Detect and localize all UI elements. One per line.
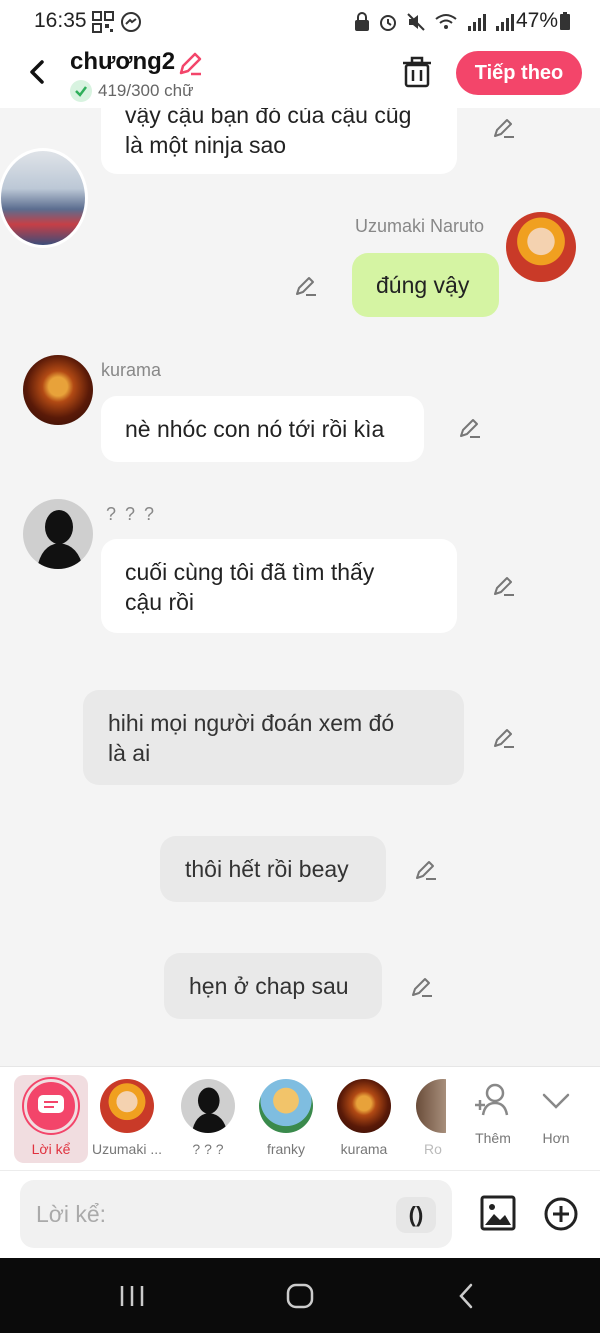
message-text: đúng vậy xyxy=(376,272,470,298)
lock-icon xyxy=(355,12,369,31)
message-bubble[interactable]: nè nhóc con nó tới rồi kìa xyxy=(101,396,424,462)
speaker-name: Uzumaki Naruto xyxy=(355,216,485,236)
narration-icon xyxy=(24,1079,78,1133)
recent-apps-icon[interactable] xyxy=(118,1284,146,1308)
message-bubble[interactable]: vậy cậu bạn đó của cậu cũg là một ninja … xyxy=(101,108,457,174)
edit-message-icon[interactable] xyxy=(294,274,318,298)
character-franky[interactable]: franky xyxy=(251,1075,321,1157)
word-count: 419/300 chữ xyxy=(70,80,194,102)
message-bubble[interactable]: đúng vậy xyxy=(352,253,499,317)
narration-text: là ai xyxy=(108,740,151,766)
narration-bubble[interactable]: thôi hết rồi beay xyxy=(160,836,386,902)
character-ro[interactable]: Ro xyxy=(416,1075,446,1157)
add-person-icon xyxy=(475,1083,509,1116)
back-icon[interactable] xyxy=(22,56,54,88)
wifi-icon xyxy=(435,14,457,29)
battery-percent: 47% xyxy=(515,9,558,32)
alarm-icon xyxy=(380,15,396,31)
character-label: Uzumaki ... xyxy=(92,1141,162,1157)
character-unknown[interactable]: ? ? ? xyxy=(173,1075,243,1157)
narration-text: thôi hết rồi beay xyxy=(185,856,349,882)
narration-bubble[interactable]: hihi mọi người đoán xem đó là ai xyxy=(83,690,464,785)
add-character-button[interactable]: Thêm xyxy=(458,1075,528,1146)
narration-bubble[interactable]: hẹn ở chap sau xyxy=(164,953,382,1019)
message-text: vậy cậu bạn đó của cậu cũg xyxy=(125,108,412,128)
character-narration[interactable]: Lời kể xyxy=(14,1075,88,1163)
chapter-title[interactable]: chương2 xyxy=(70,48,175,76)
trash-icon[interactable] xyxy=(402,56,432,88)
message-text: cậu rồi xyxy=(125,589,195,615)
home-icon[interactable] xyxy=(286,1283,314,1309)
avatar-kurama[interactable] xyxy=(23,355,93,425)
signal-icon xyxy=(468,14,486,31)
more-button[interactable]: Hơn xyxy=(521,1075,591,1146)
input-bar: () xyxy=(0,1170,600,1258)
messenger-icon xyxy=(121,12,141,32)
chat-area: vậy cậu bạn đó của cậu cũg là một ninja … xyxy=(0,108,600,1066)
avatar xyxy=(100,1079,154,1133)
next-button[interactable]: Tiếp theo xyxy=(456,51,582,95)
narration-text: hihi mọi người đoán xem đó xyxy=(108,710,395,736)
back-nav-icon[interactable] xyxy=(456,1282,476,1310)
message-text: nè nhóc con nó tới rồi kìa xyxy=(125,416,385,442)
speaker-name: ? ? ? xyxy=(106,504,157,524)
edit-message-icon[interactable] xyxy=(492,726,516,750)
silhouette-icon xyxy=(37,510,83,569)
avatar-classroom[interactable] xyxy=(0,148,88,248)
message-text: cuối cùng tôi đã tìm thấy xyxy=(125,559,375,585)
character-label: Ro xyxy=(424,1141,442,1157)
avatar xyxy=(259,1079,313,1133)
signal-icon-2 xyxy=(496,14,514,31)
chevron-down-icon xyxy=(542,1093,570,1109)
avatar xyxy=(416,1079,446,1133)
avatar-naruto[interactable] xyxy=(506,212,576,282)
parentheses-button[interactable]: () xyxy=(396,1197,436,1233)
edit-title-icon[interactable] xyxy=(176,50,204,78)
message-text: là một ninja sao xyxy=(125,132,287,158)
edit-message-icon[interactable] xyxy=(492,116,516,140)
character-label: Lời kể xyxy=(31,1141,71,1157)
character-kurama[interactable]: kurama xyxy=(329,1075,399,1157)
plus-circle-icon[interactable] xyxy=(544,1197,578,1231)
mute-icon xyxy=(407,13,425,31)
battery-icon xyxy=(560,12,570,30)
narration-input[interactable] xyxy=(20,1180,452,1248)
image-icon[interactable] xyxy=(480,1195,516,1231)
word-count-text: 419/300 chữ xyxy=(98,81,194,100)
edit-message-icon[interactable] xyxy=(458,416,482,440)
speaker-name: kurama xyxy=(101,360,162,380)
check-icon xyxy=(70,80,92,102)
character-label: Hơn xyxy=(542,1130,570,1146)
edit-message-icon[interactable] xyxy=(492,574,516,598)
character-label: Thêm xyxy=(475,1130,511,1146)
status-time: 16:35 xyxy=(34,9,87,32)
edit-message-icon[interactable] xyxy=(414,858,438,882)
character-label: franky xyxy=(266,1141,306,1157)
edit-message-icon[interactable] xyxy=(410,975,434,999)
avatar xyxy=(181,1079,235,1133)
avatar-unknown[interactable] xyxy=(23,499,93,569)
editor-header: chương2 419/300 chữ Tiếp theo xyxy=(0,44,600,108)
avatar xyxy=(337,1079,391,1133)
character-selector: Lời kể Uzumaki ... ? ? ? franky kurama R… xyxy=(0,1066,600,1170)
narration-text: hẹn ở chap sau xyxy=(189,973,349,999)
message-bubble[interactable]: cuối cùng tôi đã tìm thấy cậu rồi xyxy=(101,539,457,633)
navigation-bar xyxy=(0,1258,600,1333)
character-naruto[interactable]: Uzumaki ... xyxy=(92,1075,162,1157)
character-label: kurama xyxy=(340,1141,388,1157)
qr-icon xyxy=(92,11,114,33)
status-bar: 16:35 47% xyxy=(0,0,600,44)
character-label: ? ? ? xyxy=(192,1141,224,1157)
